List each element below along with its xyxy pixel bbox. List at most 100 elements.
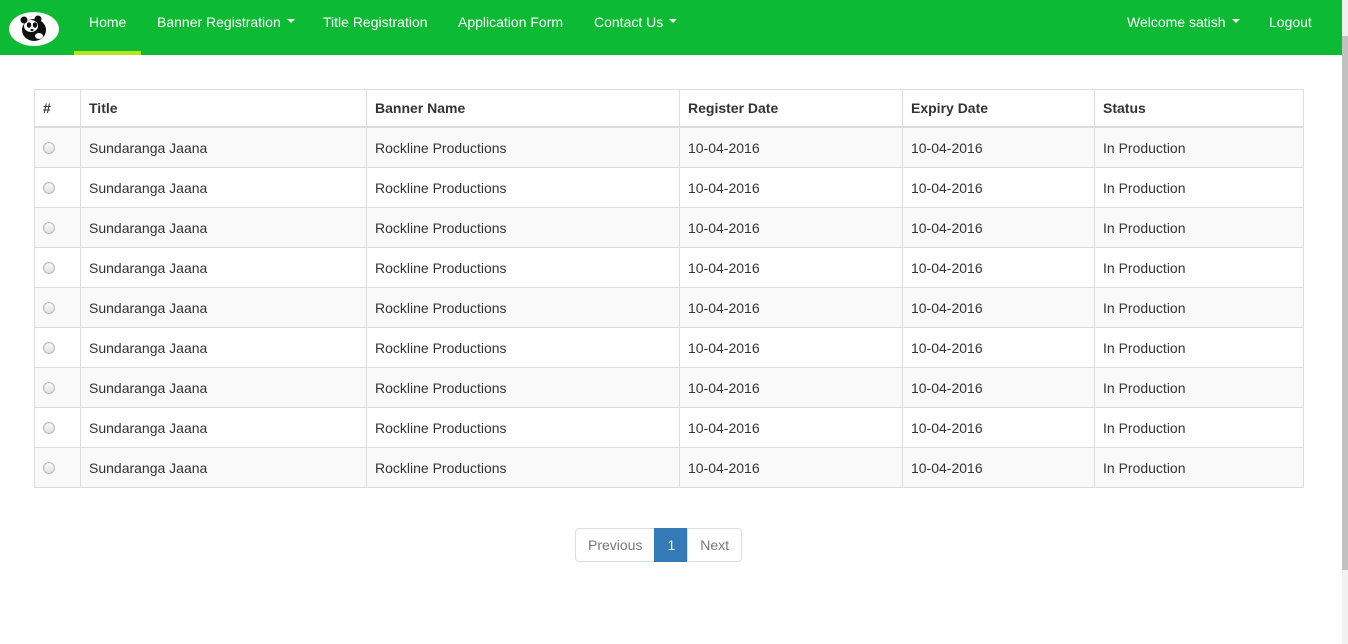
- status-cell: In Production: [1094, 407, 1304, 448]
- page-1-button[interactable]: 1: [654, 528, 689, 562]
- table-row: Sundaranga Jaana Rockline Productions 10…: [34, 247, 1304, 288]
- title-cell: Sundaranga Jaana: [80, 287, 367, 328]
- expiry-date-cell: 10-04-2016: [902, 407, 1095, 448]
- banner-cell: Rockline Productions: [366, 327, 680, 368]
- row-select-radio[interactable]: [43, 141, 55, 154]
- status-cell: In Production: [1094, 167, 1304, 208]
- expiry-date-cell: 10-04-2016: [902, 287, 1095, 328]
- register-date-cell: 10-04-2016: [679, 287, 903, 328]
- select-cell: [34, 126, 81, 168]
- page-scrollbar[interactable]: [1342, 0, 1348, 644]
- pagination: Previous 1 Next: [575, 528, 743, 562]
- select-cell: [34, 367, 81, 408]
- previous-page-button[interactable]: Previous: [575, 528, 656, 562]
- table-row: Sundaranga Jaana Rockline Productions 10…: [34, 407, 1304, 448]
- table-row: Sundaranga Jaana Rockline Productions 10…: [34, 327, 1304, 368]
- status-cell: In Production: [1094, 327, 1304, 368]
- table-row: Sundaranga Jaana Rockline Productions 10…: [34, 447, 1304, 488]
- table-row: Sundaranga Jaana Rockline Productions 10…: [34, 167, 1304, 208]
- register-date-cell: 10-04-2016: [679, 126, 903, 168]
- title-cell: Sundaranga Jaana: [80, 126, 367, 168]
- row-select-radio[interactable]: [43, 261, 55, 274]
- banner-cell: Rockline Productions: [366, 447, 680, 488]
- register-date-cell: 10-04-2016: [679, 407, 903, 448]
- caret-down-icon: [286, 19, 295, 24]
- column-header-title: Title: [80, 89, 367, 128]
- expiry-date-cell: 10-04-2016: [902, 207, 1095, 248]
- nav-title-registration[interactable]: Title Registration: [323, 0, 428, 55]
- table-header-row: # Title Banner Name Register Date Expiry…: [34, 89, 1304, 128]
- select-cell: [34, 167, 81, 208]
- column-header-register-date: Register Date: [679, 89, 903, 128]
- column-header-expiry-date: Expiry Date: [902, 89, 1095, 128]
- status-cell: In Production: [1094, 247, 1304, 288]
- table-row: Sundaranga Jaana Rockline Productions 10…: [34, 207, 1304, 248]
- column-header-status: Status: [1094, 89, 1304, 128]
- table-row: Sundaranga Jaana Rockline Productions 10…: [34, 126, 1304, 168]
- column-header-index: #: [34, 89, 81, 128]
- status-cell: In Production: [1094, 287, 1304, 328]
- expiry-date-cell: 10-04-2016: [902, 167, 1095, 208]
- expiry-date-cell: 10-04-2016: [902, 327, 1095, 368]
- banner-cell: Rockline Productions: [366, 207, 680, 248]
- title-cell: Sundaranga Jaana: [80, 447, 367, 488]
- nav-application-form-label: Application Form: [458, 14, 564, 30]
- expiry-date-cell: 10-04-2016: [902, 247, 1095, 288]
- logout-label: Logout: [1269, 14, 1312, 30]
- expiry-date-cell: 10-04-2016: [902, 126, 1095, 168]
- title-cell: Sundaranga Jaana: [80, 327, 367, 368]
- user-welcome-label: Welcome satish: [1127, 14, 1226, 30]
- nav-home-label: Home: [89, 14, 127, 30]
- banner-cell: Rockline Productions: [366, 247, 680, 288]
- row-select-radio[interactable]: [43, 421, 55, 434]
- row-select-radio[interactable]: [43, 221, 55, 234]
- nav-banner-registration[interactable]: Banner Registration: [157, 0, 295, 55]
- nav-contact-us[interactable]: Contact Us: [594, 0, 678, 55]
- nav-title-registration-label: Title Registration: [323, 14, 428, 30]
- title-cell: Sundaranga Jaana: [80, 407, 367, 448]
- registrations-table: # Title Banner Name Register Date Expiry…: [34, 89, 1304, 488]
- nav-contact-us-label: Contact Us: [594, 14, 664, 30]
- row-select-radio[interactable]: [43, 461, 55, 474]
- table-row: Sundaranga Jaana Rockline Productions 10…: [34, 287, 1304, 328]
- logout-link[interactable]: Logout: [1269, 0, 1312, 55]
- select-cell: [34, 327, 81, 368]
- banner-cell: Rockline Productions: [366, 287, 680, 328]
- caret-down-icon: [669, 19, 678, 24]
- scrollbar-thumb[interactable]: [1342, 36, 1348, 570]
- register-date-cell: 10-04-2016: [679, 207, 903, 248]
- column-header-banner-name: Banner Name: [366, 89, 680, 128]
- title-cell: Sundaranga Jaana: [80, 167, 367, 208]
- caret-down-icon: [1231, 19, 1240, 24]
- register-date-cell: 10-04-2016: [679, 367, 903, 408]
- nav-banner-registration-label: Banner Registration: [157, 14, 281, 30]
- user-menu[interactable]: Welcome satish: [1127, 0, 1240, 55]
- panda-logo-icon[interactable]: [9, 12, 59, 46]
- row-select-radio[interactable]: [43, 181, 55, 194]
- title-cell: Sundaranga Jaana: [80, 367, 367, 408]
- expiry-date-cell: 10-04-2016: [902, 447, 1095, 488]
- status-cell: In Production: [1094, 126, 1304, 168]
- title-cell: Sundaranga Jaana: [80, 247, 367, 288]
- row-select-radio[interactable]: [43, 381, 55, 394]
- title-cell: Sundaranga Jaana: [80, 207, 367, 248]
- nav-home[interactable]: Home: [73, 0, 142, 55]
- row-select-radio[interactable]: [43, 341, 55, 354]
- select-cell: [34, 207, 81, 248]
- banner-cell: Rockline Productions: [366, 167, 680, 208]
- status-cell: In Production: [1094, 367, 1304, 408]
- register-date-cell: 10-04-2016: [679, 247, 903, 288]
- register-date-cell: 10-04-2016: [679, 327, 903, 368]
- next-page-button[interactable]: Next: [687, 528, 743, 562]
- banner-cell: Rockline Productions: [366, 126, 680, 168]
- banner-cell: Rockline Productions: [366, 367, 680, 408]
- register-date-cell: 10-04-2016: [679, 447, 903, 488]
- select-cell: [34, 407, 81, 448]
- status-cell: In Production: [1094, 207, 1304, 248]
- expiry-date-cell: 10-04-2016: [902, 367, 1095, 408]
- table-row: Sundaranga Jaana Rockline Productions 10…: [34, 367, 1304, 408]
- row-select-radio[interactable]: [43, 301, 55, 314]
- select-cell: [34, 287, 81, 328]
- nav-application-form[interactable]: Application Form: [458, 0, 563, 55]
- banner-cell: Rockline Productions: [366, 407, 680, 448]
